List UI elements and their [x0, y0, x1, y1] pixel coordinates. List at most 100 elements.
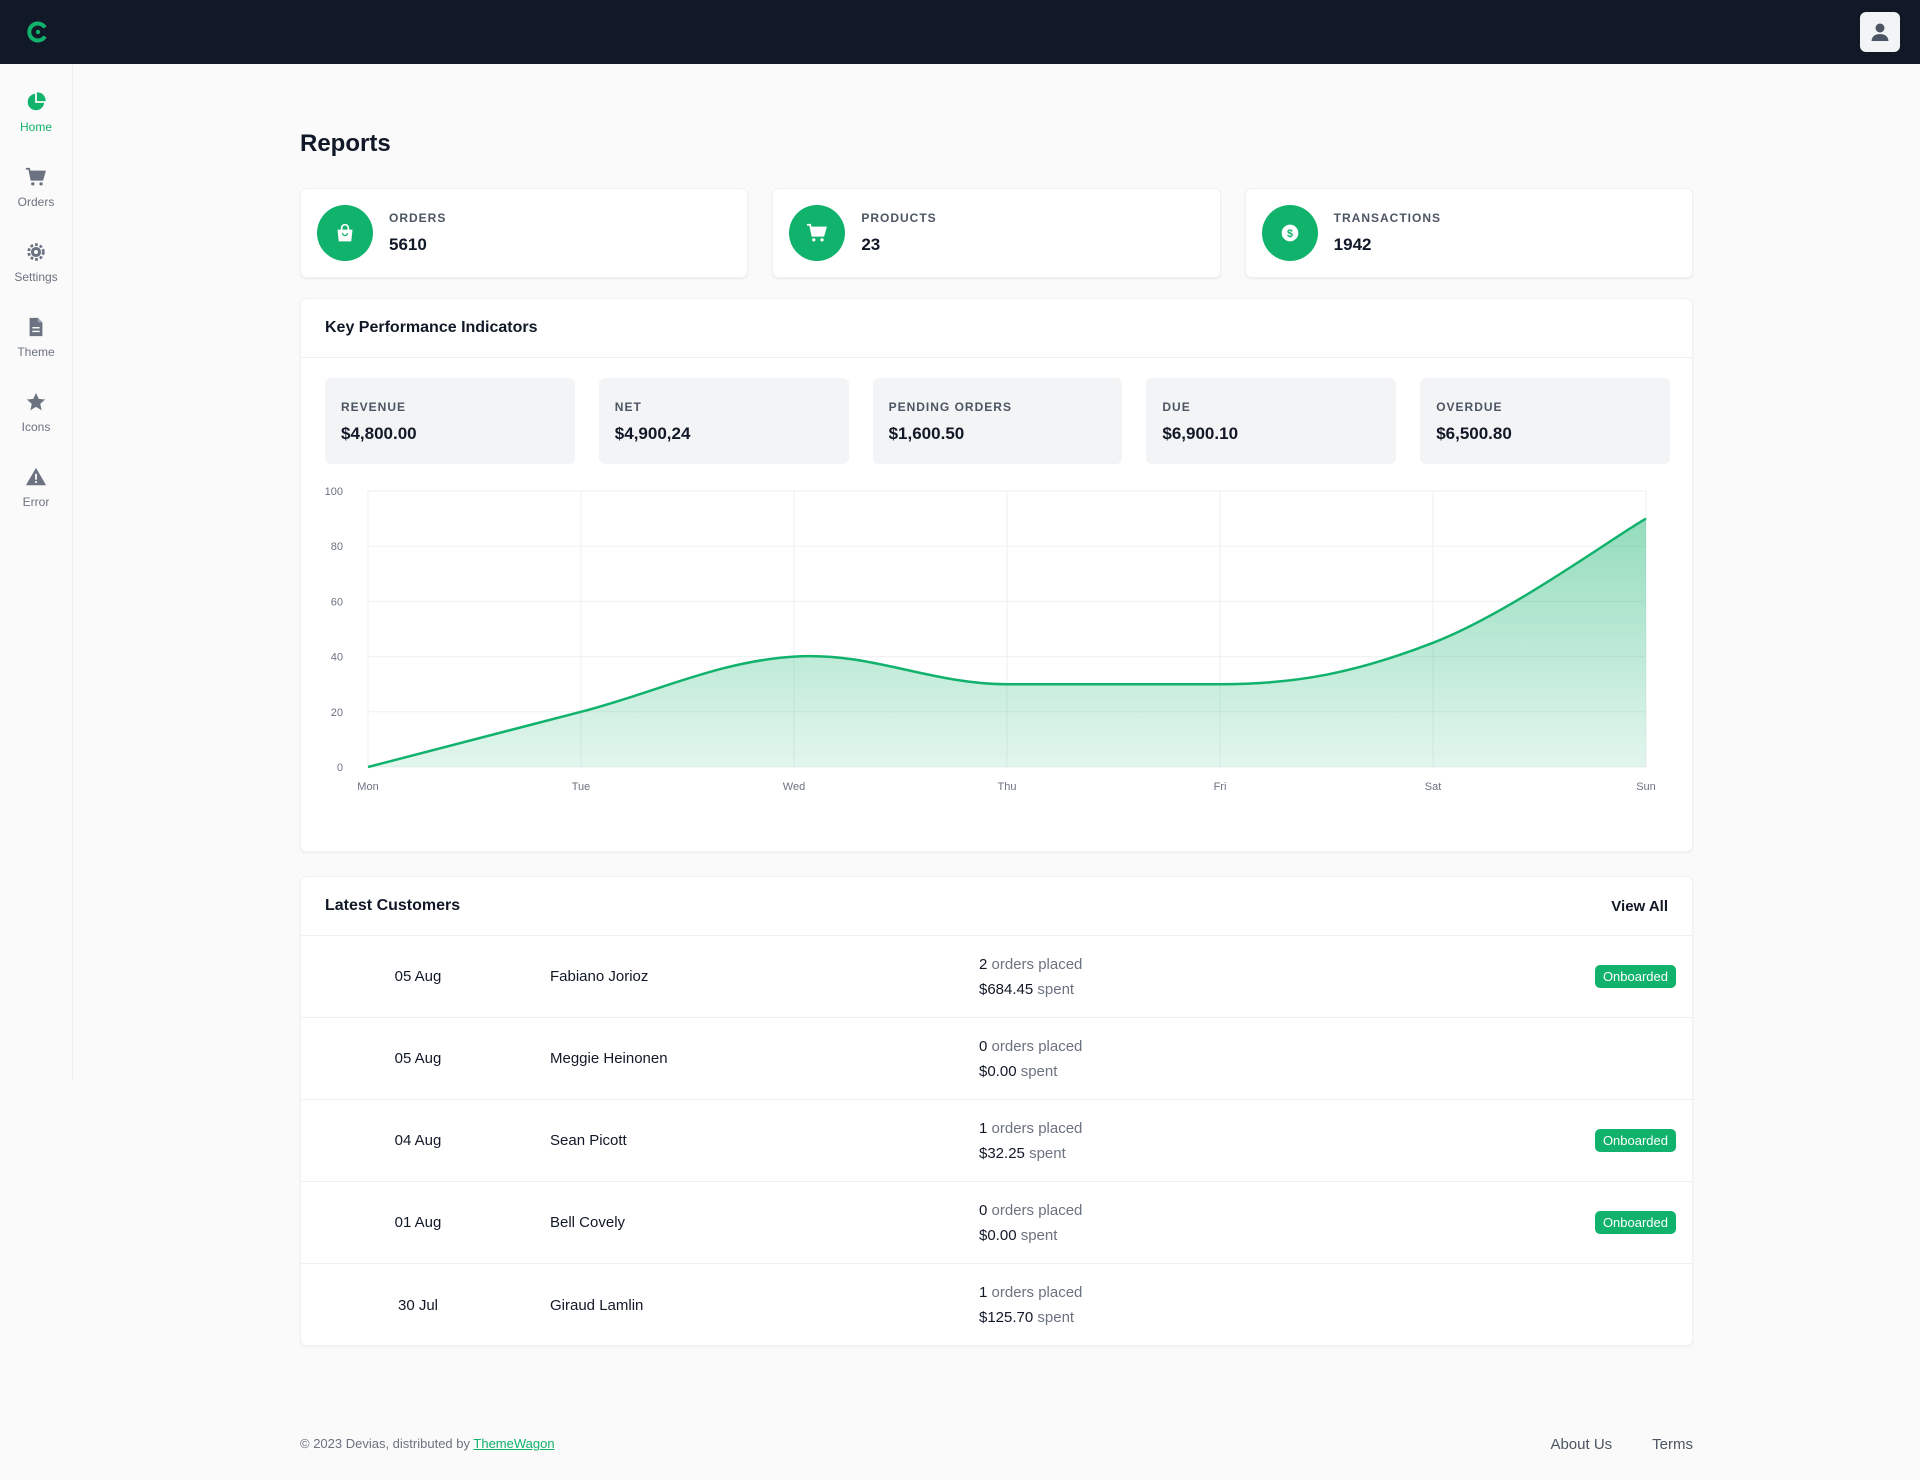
user-icon: [1871, 23, 1889, 41]
customer-name: Meggie Heinonen: [550, 1050, 668, 1067]
customer-orders: 0: [979, 1037, 988, 1055]
sidebar-item-icons[interactable]: Icons: [0, 390, 72, 465]
customer-date: 30 Jul: [397, 1296, 439, 1314]
customer-stats: 2 orders placed $684.45 spent: [979, 955, 1083, 998]
kpi-label: PENDING ORDERS: [888, 400, 1012, 414]
customer-date: 05 Aug: [394, 1050, 442, 1067]
cart-icon: [24, 165, 48, 189]
svg-text:$: $: [1287, 228, 1293, 240]
view-all-link[interactable]: View All: [1611, 898, 1668, 915]
latest-customers-panel: Latest Customers View All 05 Aug Fabiano …: [300, 876, 1693, 1346]
customer-stats: 0 orders placed $0.00 spent: [979, 1201, 1083, 1244]
x-tick-label: Thu: [998, 781, 1017, 793]
status-badge: Onboarded: [1594, 1211, 1676, 1234]
sidebar-item-error[interactable]: Error: [0, 465, 72, 540]
kpi-card-overdue: OVERDUE $6,500.80: [1420, 378, 1670, 464]
status-badge: Onboarded: [1594, 1129, 1676, 1152]
y-tick-label: 80: [331, 541, 343, 553]
kpi-value: $6,900.10: [1162, 424, 1239, 443]
customer-stats: 1 orders placed $32.25 spent: [979, 1119, 1083, 1162]
pie-chart-icon: [24, 90, 48, 114]
kpi-card-due: DUE $6,900.10: [1146, 378, 1397, 464]
table-row[interactable]: 05 Aug Fabiano Jorioz 2 orders placed $684.…: [301, 936, 1692, 1018]
kpi-title: Key Performance Indicators: [325, 319, 538, 336]
star-icon: [24, 390, 48, 414]
x-tick-label: Tue: [572, 781, 591, 793]
x-tick-label: Fri: [1214, 781, 1227, 793]
sidebar-item-home[interactable]: Home: [0, 90, 72, 165]
user-menu-button[interactable]: [1860, 12, 1900, 52]
stat-label: TRANSACTIONS: [1333, 211, 1441, 225]
kpi-label: OVERDUE: [1436, 400, 1503, 414]
customer-orders: 0: [979, 1201, 988, 1219]
customer-spent: $32.25: [979, 1144, 1025, 1162]
about-us-link[interactable]: About Us: [1550, 1436, 1612, 1453]
customer-spent: $0.00: [979, 1062, 1017, 1080]
table-row[interactable]: 30 Jul Giraud Lamlin 1 orders placed $125.7…: [301, 1264, 1692, 1346]
customer-spent: $125.70: [979, 1309, 1034, 1326]
customer-orders: 1: [979, 1284, 988, 1301]
customer-name: Sean Picott: [550, 1132, 627, 1149]
customer-date: 01 Aug: [394, 1214, 442, 1231]
stat-value: 23: [861, 235, 881, 254]
customer-orders: 1: [979, 1119, 988, 1137]
status-badge: Onboarded: [1594, 965, 1676, 988]
kpi-card-revenue: REVENUE $4,800.00: [325, 378, 575, 464]
page-title: Reports: [300, 130, 391, 157]
kpi-value: $4,800.00: [341, 424, 417, 443]
stat-label: ORDERS: [389, 211, 447, 225]
cart-icon: [789, 205, 846, 261]
kpi-panel-header: Key Performance Indicators: [301, 299, 1692, 358]
x-tick-label: Sun: [1636, 781, 1656, 793]
kpi-chart: 0 20 40 60 80 100 Mon Tue Wed Thu Fri Sat Sun: [325, 483, 1670, 823]
x-tick-label: Wed: [783, 781, 805, 793]
kpi-label: REVENUE: [341, 400, 407, 414]
customers-panel-header: Latest Customers View All: [301, 877, 1692, 936]
brand-c-icon[interactable]: [24, 18, 52, 46]
customer-spent: $0.00: [979, 1226, 1017, 1244]
y-tick-label: 0: [337, 762, 343, 774]
y-tick-label: 60: [331, 596, 343, 608]
sidebar: Home Orders Settings Theme Icons Error: [0, 64, 73, 1080]
customer-date: 04 Aug: [394, 1132, 442, 1149]
x-tick-label: Sat: [1425, 781, 1442, 793]
sidebar-item-settings[interactable]: Settings: [0, 240, 72, 315]
kpi-value: $1,600.50: [888, 424, 965, 443]
stat-card-orders: ORDERS 5610: [300, 188, 749, 278]
customer-stats: 1 orders placed $125.70 spent: [979, 1284, 1083, 1326]
kpi-value: $4,900,24: [614, 424, 691, 443]
stat-card-transactions: $ TRANSACTIONS 1942: [1244, 188, 1693, 278]
stat-card-products: PRODUCTS 23: [772, 188, 1221, 278]
dollar-icon: $: [1261, 205, 1318, 261]
stat-value: 1942: [1333, 235, 1372, 254]
table-row[interactable]: 01 Aug Bell Covely 0 orders placed $0.00 sp…: [301, 1182, 1692, 1264]
table-row[interactable]: 04 Aug Sean Picott 1 orders placed $32.25 s…: [301, 1100, 1692, 1182]
kpi-cards: REVENUE $4,800.00 NET $4,900,24 PENDING …: [325, 378, 1670, 464]
sidebar-item-orders[interactable]: Orders: [0, 165, 72, 240]
document-icon: [24, 315, 48, 339]
kpi-card-net: NET $4,900,24: [598, 378, 849, 464]
warning-icon: [24, 465, 48, 489]
sidebar-item-theme[interactable]: Theme: [0, 315, 72, 390]
area-chart: 0 20 40 60 80 100 Mon Tue Wed Thu Fri Sat Sun: [325, 486, 1656, 793]
kpi-card-pending-orders: PENDING ORDERS $1,600.50: [872, 378, 1123, 464]
y-tick-label: 20: [331, 707, 343, 719]
customer-spent: $684.45: [979, 980, 1034, 998]
kpi-label: NET: [614, 400, 642, 414]
customer-name: Giraud Lamlin: [550, 1296, 644, 1314]
gear-icon: [24, 240, 48, 264]
customer-name: Bell Covely: [550, 1214, 626, 1231]
customer-orders: 2: [979, 955, 988, 973]
table-row[interactable]: 05 Aug Meggie Heinonen 0 orders placed $0.0…: [301, 1018, 1692, 1100]
themewagon-link[interactable]: ThemeWagon: [473, 1436, 554, 1451]
customers-title: Latest Customers: [325, 897, 461, 914]
footer-copyright: © 2023 Devias, distributed by ThemeWagon: [300, 1436, 555, 1451]
kpi-label: DUE: [1162, 400, 1191, 414]
y-tick-label: 100: [325, 486, 343, 498]
stat-label: PRODUCTS: [861, 211, 937, 225]
x-tick-label: Mon: [357, 781, 378, 793]
kpi-value: $6,500.80: [1436, 424, 1512, 443]
stat-cards: ORDERS 5610 PRODUCTS 23 $ TRANSACTIONS 1…: [300, 188, 1693, 278]
terms-link[interactable]: Terms: [1652, 1436, 1693, 1453]
customer-stats: 0 orders placed $0.00 spent: [979, 1037, 1083, 1080]
